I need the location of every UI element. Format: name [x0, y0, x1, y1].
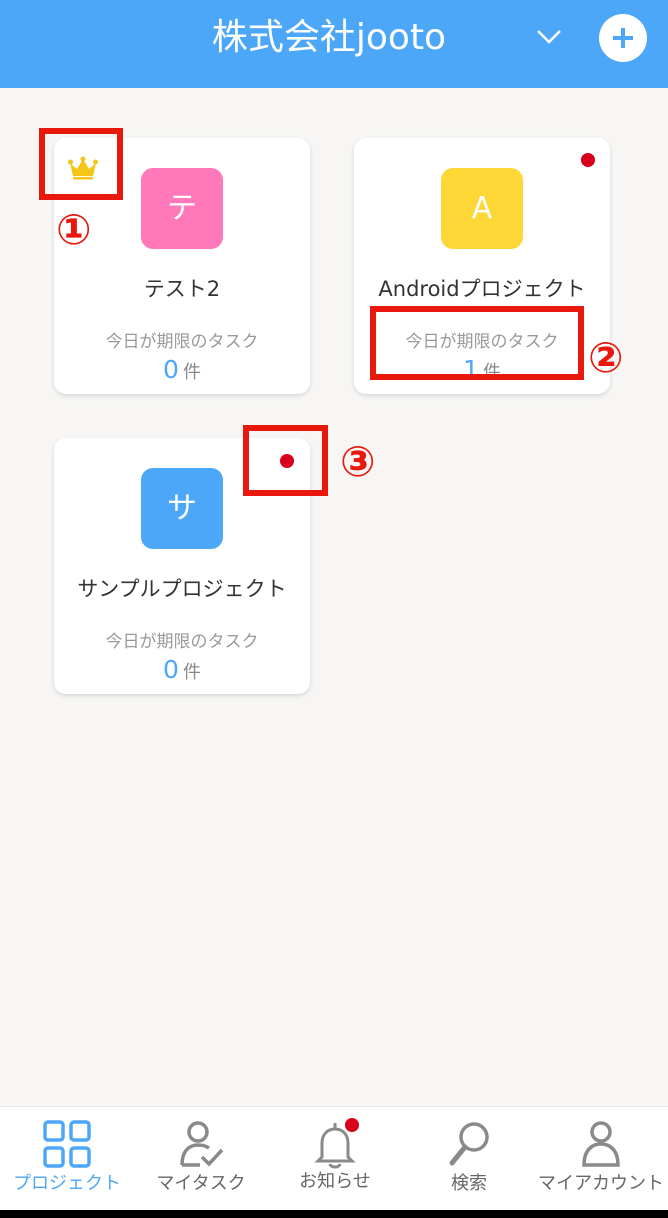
due-today-label: 今日が期限のタスク	[105, 632, 259, 652]
search-icon	[449, 1122, 489, 1166]
project-name: Androidプロジェクト	[378, 277, 586, 301]
tab-projects[interactable]: プロジェクト	[0, 1107, 134, 1211]
user-check-icon	[180, 1121, 224, 1167]
annotation-number-2: ②	[588, 333, 624, 382]
system-bar	[0, 1210, 668, 1218]
chevron-down-icon[interactable]	[536, 28, 562, 46]
annotation-box-3	[243, 425, 328, 496]
tab-notifications[interactable]: お知らせ	[268, 1107, 402, 1211]
person-icon	[582, 1121, 620, 1167]
due-count-unit: 件	[182, 662, 201, 683]
annotation-box-1	[39, 128, 123, 200]
tab-search[interactable]: 検索	[402, 1107, 536, 1211]
bottom-tab-bar: プロジェクト マイタスク お知らせ 検索 マイアカウント	[0, 1106, 668, 1210]
grid-icon	[43, 1120, 91, 1168]
unread-badge	[581, 153, 595, 167]
annotation-number-1: ①	[56, 205, 92, 254]
add-project-button[interactable]	[599, 14, 647, 62]
tab-label: 検索	[451, 1173, 487, 1194]
project-name: サンプルプロジェクト	[77, 577, 287, 601]
due-today-count: 0件	[54, 656, 310, 687]
tab-my-account[interactable]: マイアカウント	[534, 1107, 668, 1211]
annotation-number-3: ③	[340, 437, 376, 486]
project-name: テスト2	[143, 277, 221, 301]
tab-my-tasks[interactable]: マイタスク	[134, 1107, 268, 1211]
tab-label: マイアカウント	[538, 1173, 664, 1194]
tab-label: マイタスク	[156, 1173, 246, 1194]
due-count-value: 0	[163, 655, 179, 684]
project-tile-icon: テ	[141, 168, 223, 249]
due-today-count: 0件	[54, 356, 310, 387]
project-tile-icon: A	[441, 168, 523, 249]
plus-icon	[613, 28, 633, 48]
tab-label: お知らせ	[299, 1171, 371, 1192]
notification-badge	[345, 1118, 359, 1132]
due-count-value: 0	[163, 355, 179, 384]
due-today-label: 今日が期限のタスク	[105, 332, 259, 352]
tab-label: プロジェクト	[13, 1173, 121, 1194]
app-header: 株式会社jooto	[0, 0, 668, 88]
annotation-box-2	[370, 306, 584, 380]
project-tile-icon: サ	[141, 468, 223, 549]
due-count-unit: 件	[182, 362, 201, 383]
